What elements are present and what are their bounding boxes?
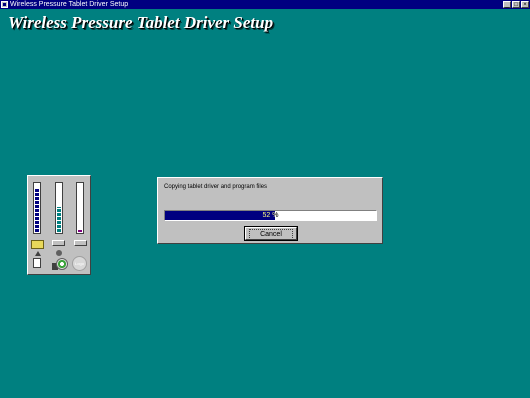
maximize-button[interactable]: □ [512,1,520,8]
meter-button [52,240,65,246]
folder-icon [31,240,44,249]
cancel-button-label: Cancel [249,229,293,240]
memory-meter [76,182,84,234]
window-controls: _ □ × [503,1,529,8]
gear-icon [56,250,62,256]
minimize-button[interactable]: _ [503,1,511,8]
arrow-up-icon [35,251,41,256]
disk-meter [33,182,41,234]
progress-bar: 52 % [164,210,377,221]
cancel-button[interactable]: Cancel [244,226,298,241]
app-icon[interactable] [1,1,8,8]
cd-disc-icon [56,258,68,270]
document-icon [33,258,41,268]
disk-meter-fill [35,188,39,232]
status-meter-panel: Logo [27,175,91,275]
close-button[interactable]: × [521,1,529,8]
copy-meter [55,182,63,234]
window-title: Wireless Pressure Tablet Driver Setup [10,1,129,8]
meter-button [74,240,87,246]
title-bar[interactable]: Wireless Pressure Tablet Driver Setup _ … [0,0,530,9]
copy-progress-dialog: Copying tablet driver and program files … [157,177,383,244]
logo-icon: Logo [72,256,87,271]
progress-percent: 52 % [262,212,279,219]
copy-meter-fill [57,206,61,232]
copy-status-message: Copying tablet driver and program files [164,184,268,190]
setup-heading: Wireless Pressure Tablet Driver Setup [8,13,274,32]
setup-window: Wireless Pressure Tablet Driver Setup _ … [0,0,530,398]
memory-meter-fill [78,230,82,232]
